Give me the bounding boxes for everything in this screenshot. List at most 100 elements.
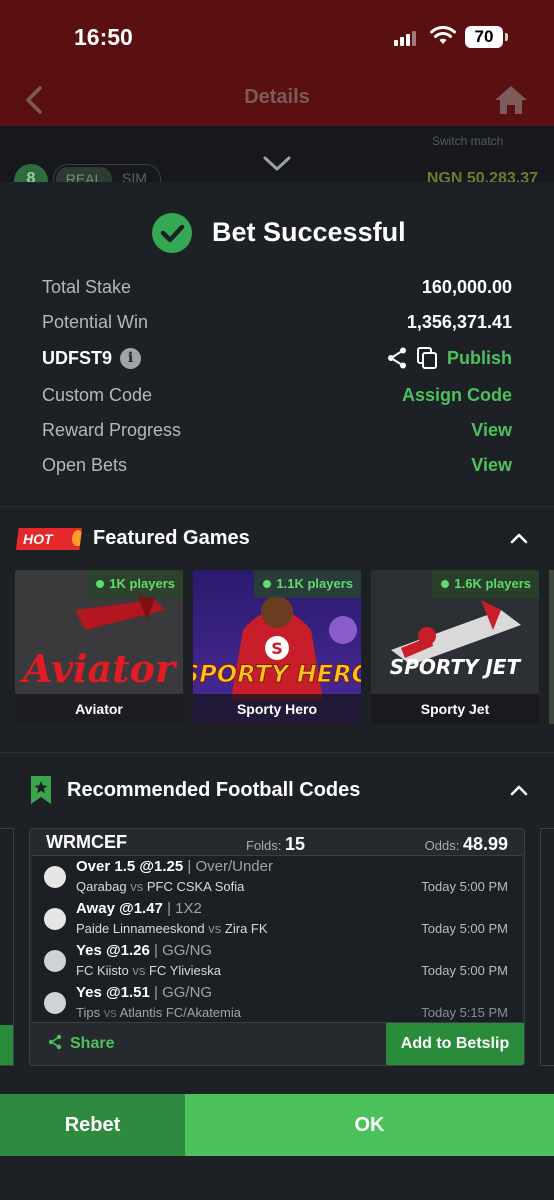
selection-row[interactable]: Yes @1.26 | GG/NG FC Kiisto vs FC Ylivie… bbox=[32, 940, 522, 982]
page-title: Details bbox=[244, 86, 310, 108]
code-card-header: WRMCEF Folds: 15 Odds: 48.99 bbox=[30, 829, 524, 855]
game-card-sporty-jet[interactable]: SPORTY JET 1.6K players Sporty Jet bbox=[371, 570, 539, 724]
away-team: FC Ylivieska bbox=[148, 963, 221, 978]
add-to-betslip-button[interactable]: Add to Betslip bbox=[386, 1023, 524, 1065]
game-name: Sporty Jet bbox=[371, 694, 539, 724]
open-bets-label: Open Bets bbox=[42, 455, 128, 475]
potential-win-value: 1,356,371.41 bbox=[406, 312, 512, 332]
open-bets-view-link[interactable]: View bbox=[471, 455, 512, 476]
clock: 16:50 bbox=[74, 24, 133, 50]
switch-match-link[interactable]: Switch match bbox=[432, 134, 503, 148]
selection-row[interactable]: Over 1.5 @1.25 | Over/Under Qarabag vs P… bbox=[32, 856, 522, 898]
selection-pick: Over 1.5 @1.25 bbox=[76, 858, 184, 875]
flame-icon bbox=[72, 530, 82, 546]
copy-icon[interactable] bbox=[416, 346, 438, 370]
recommended-code-card: WRMCEF Folds: 15 Odds: 48.99 Over 1.5 @1… bbox=[29, 828, 525, 1066]
share-label: Share bbox=[70, 1035, 115, 1052]
recommended-codes-title: Recommended Football Codes bbox=[67, 779, 361, 801]
info-icon[interactable]: i bbox=[120, 348, 141, 369]
home-team: FC Kiisto bbox=[76, 963, 129, 978]
featured-games-header[interactable]: HOT Featured Games bbox=[0, 520, 554, 560]
selection-row[interactable]: Yes @1.51 | GG/NG Tips vs Atlantis FC/Ak… bbox=[32, 982, 522, 1022]
svg-text:SPORTY JET: SPORTY JET bbox=[390, 655, 522, 679]
reward-progress-view-link[interactable]: View bbox=[471, 420, 512, 441]
competition-icon bbox=[44, 950, 66, 972]
players-count-text: 1K players bbox=[109, 576, 175, 591]
status-bar: 16:50 70 bbox=[0, 0, 554, 76]
kickoff-time: Today 5:00 PM bbox=[421, 879, 508, 894]
svg-text:SPORTY HERO: SPORTY HERO bbox=[193, 660, 361, 688]
kickoff-time: Today 5:15 PM bbox=[421, 1005, 508, 1020]
competition-icon bbox=[44, 908, 66, 930]
code-card-footer: Share Add to Betslip bbox=[30, 1023, 524, 1065]
share-icon bbox=[48, 1034, 62, 1050]
assign-code-link[interactable]: Assign Code bbox=[402, 385, 512, 406]
selection-pick: Yes @1.26 bbox=[76, 942, 150, 959]
total-stake-row: Total Stake 160,000.00 bbox=[42, 273, 512, 303]
wifi-icon bbox=[430, 26, 456, 44]
home-icon[interactable] bbox=[492, 82, 530, 118]
total-stake-value: 160,000.00 bbox=[421, 277, 512, 297]
featured-games-title: Featured Games bbox=[93, 527, 250, 549]
booking-code: WRMCEF bbox=[46, 832, 127, 852]
svg-text:S: S bbox=[271, 639, 283, 658]
selection-market: | Over/Under bbox=[187, 858, 273, 875]
kickoff-time: Today 5:00 PM bbox=[421, 963, 508, 978]
selection-market: | GG/NG bbox=[154, 942, 213, 959]
away-team: PFC CSKA Sofia bbox=[146, 879, 245, 894]
chevron-up-icon[interactable] bbox=[510, 532, 528, 544]
success-title: Bet Successful bbox=[212, 217, 406, 247]
share-icon[interactable] bbox=[386, 346, 408, 370]
players-count-text: 1.1K players bbox=[276, 576, 353, 591]
divider bbox=[0, 752, 554, 753]
odds-label: Odds: bbox=[424, 838, 460, 853]
bookmark-star-icon bbox=[31, 776, 51, 804]
chevron-up-icon[interactable] bbox=[510, 784, 528, 796]
kickoff-time: Today 5:00 PM bbox=[421, 921, 508, 936]
potential-win-label: Potential Win bbox=[42, 312, 149, 332]
players-count: 1K players bbox=[87, 570, 183, 598]
hot-badge-label: HOT bbox=[23, 531, 53, 547]
home-team: Tips bbox=[76, 1005, 101, 1020]
odds-value: 48.99 bbox=[462, 834, 508, 854]
vs-label: vs bbox=[130, 879, 144, 894]
chevron-down-icon[interactable] bbox=[262, 154, 292, 174]
players-count: 1.1K players bbox=[254, 570, 361, 598]
battery-indicator: 70 bbox=[465, 26, 508, 48]
share-button[interactable]: Share bbox=[48, 1034, 114, 1053]
reward-progress-row: Reward Progress View bbox=[42, 416, 512, 446]
svg-text:Aviator: Aviator bbox=[20, 646, 178, 691]
selection-pick: Away @1.47 bbox=[76, 900, 163, 917]
selection-row[interactable]: Away @1.47 | 1X2 Paide Linnameeskond vs … bbox=[32, 898, 522, 940]
divider bbox=[0, 506, 554, 507]
app-bar: Details bbox=[0, 76, 554, 126]
rebet-button[interactable]: Rebet bbox=[0, 1094, 185, 1156]
booking-code-row: UDFST9 i Publish bbox=[42, 344, 512, 374]
next-code-card-peek[interactable] bbox=[540, 828, 554, 1066]
custom-code-label: Custom Code bbox=[42, 385, 153, 405]
prev-code-card-peek[interactable] bbox=[0, 828, 14, 1066]
players-count: 1.6K players bbox=[432, 570, 539, 598]
recommended-codes-header[interactable]: Recommended Football Codes bbox=[0, 772, 554, 812]
custom-code-row: Custom Code Assign Code bbox=[42, 381, 512, 411]
selection-list: Over 1.5 @1.25 | Over/Under Qarabag vs P… bbox=[32, 855, 522, 1023]
cellular-signal-icon bbox=[394, 28, 418, 46]
ok-button[interactable]: OK bbox=[185, 1094, 554, 1156]
booking-code: UDFST9 bbox=[42, 348, 113, 368]
game-card-aviator[interactable]: Aviator 1K players Aviator bbox=[15, 570, 183, 724]
success-header: Bet Successful bbox=[0, 212, 554, 254]
game-card-peek[interactable] bbox=[549, 570, 554, 724]
live-dot-icon bbox=[263, 580, 272, 588]
home-team: Paide Linnameeskond bbox=[76, 921, 205, 936]
total-odds: Odds: 48.99 bbox=[425, 834, 508, 855]
folds-count: Folds: 15 bbox=[246, 834, 305, 855]
live-dot-icon bbox=[96, 580, 105, 588]
game-name: Aviator bbox=[15, 694, 183, 724]
game-card-sporty-hero[interactable]: S SPORTY HERO 1.1K players Sporty Hero bbox=[193, 570, 361, 724]
publish-link[interactable]: Publish bbox=[447, 348, 512, 369]
competition-icon bbox=[44, 992, 66, 1014]
hot-badge: HOT bbox=[16, 528, 82, 550]
folds-value: 15 bbox=[285, 834, 306, 854]
potential-win-row: Potential Win 1,356,371.41 bbox=[42, 308, 512, 338]
open-bets-row: Open Bets View bbox=[42, 451, 512, 481]
